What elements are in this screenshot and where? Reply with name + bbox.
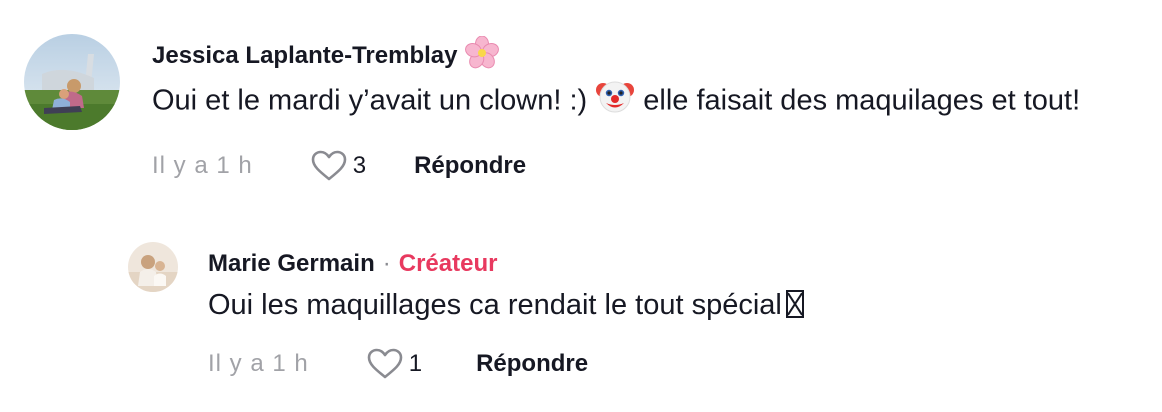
comment-text: Oui les maquillages ca rendait le tout s…: [208, 284, 804, 326]
like-count: 1: [408, 350, 423, 377]
reply-button[interactable]: Répondre: [476, 350, 588, 378]
comment-text-part: Oui les maquillages ca rendait le tout s…: [208, 289, 782, 321]
heart-icon: [367, 348, 403, 380]
separator-dot: ·: [382, 250, 391, 277]
comment-author[interactable]: Jessica Laplante-Tremblay: [152, 34, 1152, 78]
cherry-blossom-icon: [465, 35, 500, 77]
avatar-photo: [24, 34, 120, 130]
reply-item: Marie Germain · Créateur Oui les maquill…: [128, 240, 804, 384]
comment-item: Jessica Laplante-Tremblay Oui et le mard…: [24, 34, 1152, 186]
comment-author[interactable]: Marie Germain · Créateur: [208, 242, 804, 286]
avatar[interactable]: [128, 242, 178, 292]
missing-glyph-box-icon: [785, 290, 804, 318]
heart-icon: [311, 150, 347, 182]
comment-text: Oui et le mardi y’avait un clown! :) ell…: [152, 76, 1152, 128]
avatar-photo: [128, 242, 178, 292]
comment-meta: Il y a 1 h 1 Répondre: [208, 344, 804, 384]
author-name[interactable]: Jessica Laplante-Tremblay: [152, 42, 457, 70]
author-name[interactable]: Marie Germain: [208, 250, 375, 278]
reply-button[interactable]: Répondre: [414, 152, 526, 180]
comment-text-part: Oui et le mardi y’avait un clown! :): [152, 84, 588, 117]
like-button[interactable]: 3: [311, 150, 366, 182]
clown-face-icon: [595, 76, 635, 128]
avatar[interactable]: [24, 34, 120, 130]
creator-badge: Créateur: [398, 250, 498, 277]
comment-timestamp: Il y a 1 h: [208, 350, 309, 377]
comment-timestamp: Il y a 1 h: [152, 152, 253, 179]
like-count: 3: [352, 152, 367, 179]
comment-text-part: elle faisait des maquilages et tout!: [643, 84, 1081, 117]
like-button[interactable]: 1: [367, 348, 422, 380]
comment-meta: Il y a 1 h 3 Répondre: [152, 146, 1152, 186]
